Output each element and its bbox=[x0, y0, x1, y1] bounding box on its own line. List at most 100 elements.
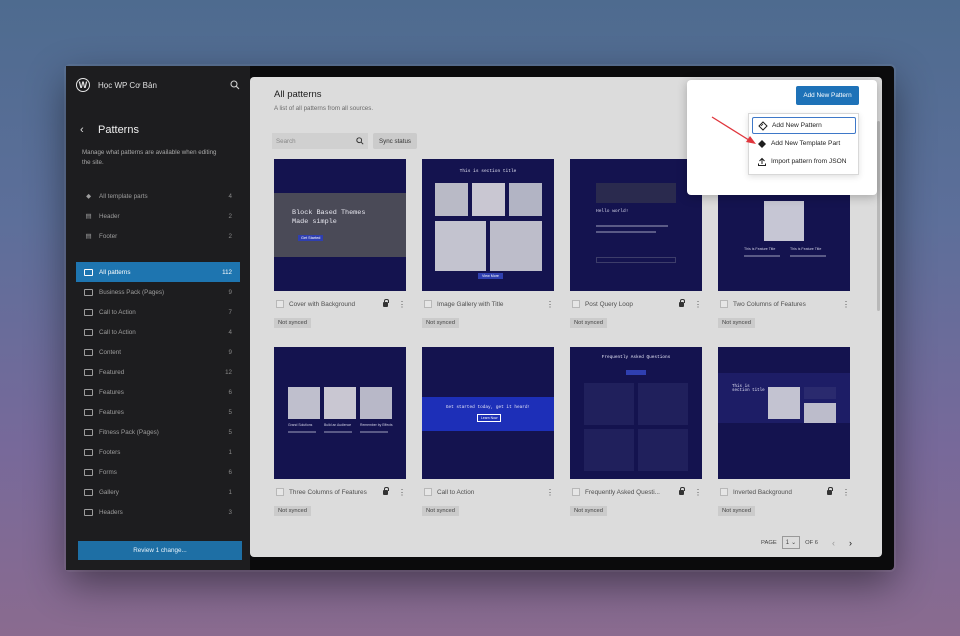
site-title[interactable]: Học WP Cơ Bản bbox=[98, 81, 230, 90]
more-actions-icon[interactable]: ⋮ bbox=[694, 488, 702, 497]
sidebar-item-header[interactable]: ▤ Header 2 bbox=[76, 206, 240, 226]
sidebar-item-count: 12 bbox=[225, 368, 232, 376]
pattern-thumbnail[interactable]: Grand Solutions Build an Audience Rememb… bbox=[274, 347, 406, 479]
thumb-column-title: Build an Audience bbox=[324, 423, 352, 427]
pattern-thumbnail[interactable]: Get started today, get it heard! Learn N… bbox=[422, 347, 554, 479]
pattern-title[interactable]: Cover with Background bbox=[289, 301, 383, 308]
select-checkbox[interactable] bbox=[424, 300, 432, 308]
sidebar-item-label: Footers bbox=[99, 448, 121, 456]
next-page-icon[interactable]: › bbox=[849, 538, 852, 548]
sidebar-category-item[interactable]: All patterns 112 bbox=[76, 262, 240, 282]
more-actions-icon[interactable]: ⋮ bbox=[546, 300, 554, 309]
sidebar-category-item[interactable]: Headers 3 bbox=[76, 502, 240, 522]
pattern-card[interactable]: Grand Solutions Build an Audience Rememb… bbox=[274, 347, 406, 517]
sidebar-category-item[interactable]: Content 9 bbox=[76, 342, 240, 362]
sidebar-item-label: Call to Action bbox=[99, 308, 136, 316]
pattern-title[interactable]: Two Columns of Features bbox=[733, 301, 842, 308]
pattern-card[interactable]: This is section title Inverted Backgroun… bbox=[718, 347, 850, 517]
pattern-thumbnail[interactable]: Frequently Asked Questions bbox=[570, 347, 702, 479]
pattern-title[interactable]: Frequently Asked Questi... bbox=[585, 489, 679, 496]
thumb-heading: This is section title bbox=[732, 385, 765, 393]
more-actions-icon[interactable]: ⋮ bbox=[398, 300, 406, 309]
sidebar-category-item[interactable]: Call to Action 4 bbox=[76, 322, 240, 342]
pattern-thumbnail[interactable]: This is section title bbox=[718, 347, 850, 479]
pattern-thumbnail[interactable]: This is section title View More bbox=[422, 159, 554, 291]
select-checkbox[interactable] bbox=[276, 300, 284, 308]
sidebar-category-item[interactable]: Forms 6 bbox=[76, 462, 240, 482]
sidebar: W Học WP Cơ Bản ‹ Patterns Manage what p… bbox=[66, 66, 250, 570]
sidebar-item-count: 6 bbox=[228, 388, 232, 396]
pattern-card[interactable]: Hello world! Post Query Loop ⋮ Not synce… bbox=[570, 159, 702, 329]
sidebar-category-item[interactable]: Gallery 1 bbox=[76, 482, 240, 502]
search-input[interactable]: Search bbox=[272, 133, 368, 149]
sidebar-item-label: Header bbox=[99, 212, 120, 220]
pattern-title[interactable]: Post Query Loop bbox=[585, 301, 679, 308]
sidebar-item-label: All patterns bbox=[99, 268, 131, 276]
select-checkbox[interactable] bbox=[720, 300, 728, 308]
search-placeholder: Search bbox=[276, 137, 296, 145]
select-checkbox[interactable] bbox=[720, 488, 728, 496]
pattern-title[interactable]: Three Columns of Features bbox=[289, 489, 383, 496]
page-label: PAGE bbox=[761, 539, 777, 546]
more-actions-icon[interactable]: ⋮ bbox=[842, 300, 850, 309]
pattern-title[interactable]: Image Gallery with Title bbox=[437, 301, 546, 308]
sync-badge: Not synced bbox=[570, 318, 607, 328]
back-arrow-icon[interactable]: ‹ bbox=[80, 124, 98, 136]
pattern-title[interactable]: Call to Action bbox=[437, 489, 546, 496]
select-checkbox[interactable] bbox=[572, 488, 580, 496]
more-actions-icon[interactable]: ⋮ bbox=[694, 300, 702, 309]
lock-icon bbox=[827, 486, 833, 495]
sidebar-category-item[interactable]: Footers 1 bbox=[76, 442, 240, 462]
sidebar-category-item[interactable]: Business Pack (Pages) 9 bbox=[76, 282, 240, 302]
pagination: PAGE 1 ⌄ OF 6 ‹ › bbox=[761, 536, 852, 549]
sync-badge: Not synced bbox=[274, 318, 311, 328]
menu-item-add-new-template-part[interactable]: Add New Template Part bbox=[752, 135, 856, 152]
review-changes-button[interactable]: Review 1 change... bbox=[78, 541, 242, 560]
pattern-card[interactable]: This is section title View More Image Ga… bbox=[422, 159, 554, 329]
sidebar-item-label: Features bbox=[99, 408, 124, 416]
pattern-thumbnail[interactable]: Block Based Themes Made simple Get Start… bbox=[274, 159, 406, 291]
select-checkbox[interactable] bbox=[572, 300, 580, 308]
sidebar-category-item[interactable]: Features 6 bbox=[76, 382, 240, 402]
pattern-card[interactable]: Get started today, get it heard! Learn N… bbox=[422, 347, 554, 517]
more-actions-icon[interactable]: ⋮ bbox=[546, 488, 554, 497]
page-subtitle: A list of all patterns from all sources. bbox=[274, 105, 374, 112]
page-current: 1 bbox=[785, 539, 790, 546]
select-checkbox[interactable] bbox=[424, 488, 432, 496]
upload-icon bbox=[757, 157, 767, 167]
sync-status-filter[interactable]: Sync status bbox=[373, 133, 417, 149]
sidebar-description: Manage what patterns are available when … bbox=[82, 149, 217, 166]
sidebar-nav: ◆ All template parts 4 ▤ Header 2 ▤ Foot… bbox=[76, 186, 240, 522]
page-select[interactable]: 1 ⌄ bbox=[781, 536, 801, 549]
sidebar-item-all-template-parts[interactable]: ◆ All template parts 4 bbox=[76, 186, 240, 206]
thumb-column-title: Grand Solutions bbox=[288, 423, 313, 427]
sidebar-item-label: Call to Action bbox=[99, 328, 136, 336]
sidebar-item-count: 5 bbox=[228, 428, 232, 436]
more-actions-icon[interactable]: ⋮ bbox=[842, 488, 850, 497]
thumb-heading: Block Based Themes Made simple bbox=[292, 209, 366, 226]
pattern-card[interactable]: Block Based Themes Made simple Get Start… bbox=[274, 159, 406, 329]
previous-page-icon[interactable]: ‹ bbox=[832, 538, 835, 548]
thumb-button: View More bbox=[478, 273, 503, 279]
sidebar-category-item[interactable]: Featured 12 bbox=[76, 362, 240, 382]
wordpress-logo-icon[interactable]: W bbox=[76, 78, 90, 92]
pattern-thumbnail[interactable]: Hello world! bbox=[570, 159, 702, 291]
page-total: OF 6 bbox=[805, 539, 818, 546]
sidebar-item-label: Headers bbox=[99, 508, 123, 516]
sidebar-item-footer[interactable]: ▤ Footer 2 bbox=[76, 226, 240, 246]
select-checkbox[interactable] bbox=[276, 488, 284, 496]
sidebar-category-item[interactable]: Fitness Pack (Pages) 5 bbox=[76, 422, 240, 442]
template-part-icon: ◆ bbox=[86, 192, 91, 200]
header-icon: ▤ bbox=[85, 212, 92, 220]
search-icon[interactable] bbox=[230, 80, 240, 90]
search-icon bbox=[356, 137, 364, 145]
pattern-title[interactable]: Inverted Background bbox=[733, 489, 827, 496]
more-actions-icon[interactable]: ⋮ bbox=[398, 488, 406, 497]
menu-item-add-new-pattern[interactable]: Add New Pattern bbox=[752, 117, 856, 134]
sidebar-category-item[interactable]: Call to Action 7 bbox=[76, 302, 240, 322]
add-new-pattern-button[interactable]: Add New Pattern bbox=[796, 86, 859, 105]
sidebar-category-item[interactable]: Features 5 bbox=[76, 402, 240, 422]
pattern-card[interactable]: Frequently Asked Questions Frequently As… bbox=[570, 347, 702, 517]
scrollbar[interactable] bbox=[877, 121, 880, 311]
menu-item-import-pattern[interactable]: Import pattern from JSON bbox=[752, 153, 856, 170]
